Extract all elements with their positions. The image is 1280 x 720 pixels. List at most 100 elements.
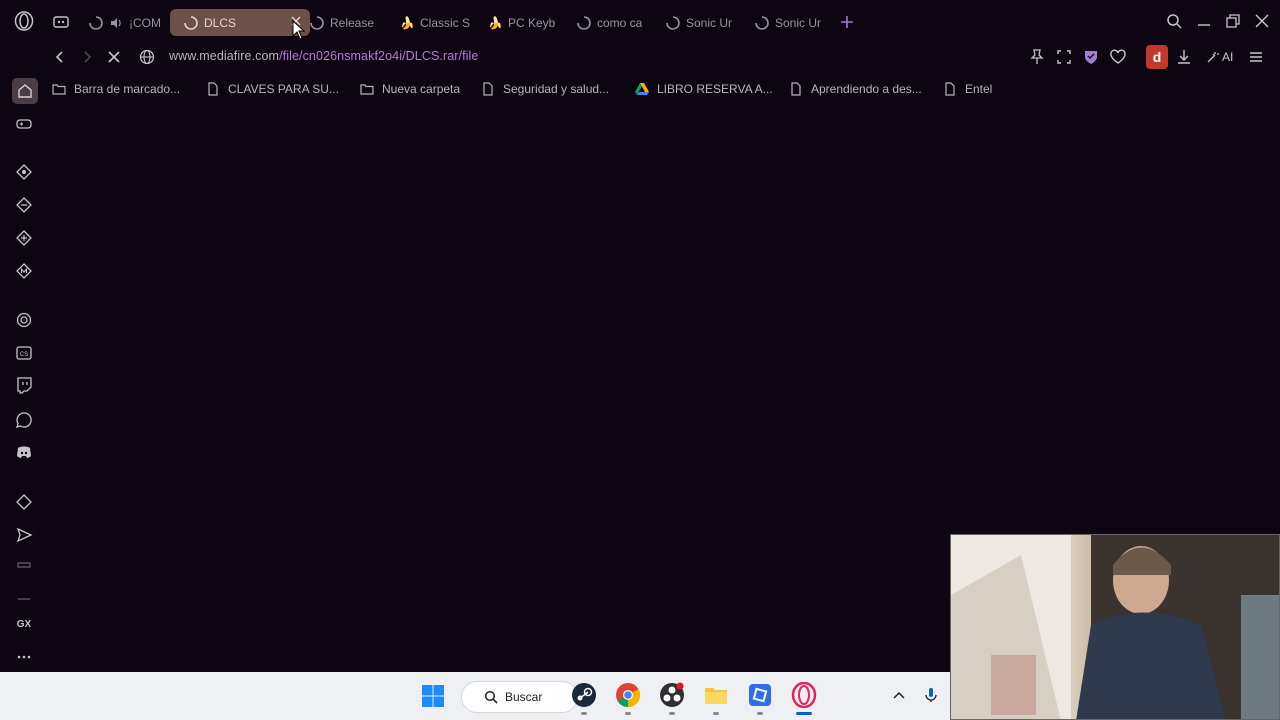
running-indicator	[757, 712, 763, 715]
bookmark-label: Nueva carpeta	[382, 82, 461, 96]
obs-icon[interactable]	[659, 682, 685, 708]
sidebar-item-home[interactable]	[12, 78, 38, 104]
steam-icon[interactable]	[571, 682, 597, 708]
sidebar-item-wallet[interactable]	[12, 554, 36, 578]
banana-icon: 🍌	[400, 16, 415, 30]
page-icon	[208, 82, 218, 96]
folder-icon	[360, 84, 374, 95]
microphone-icon[interactable]	[923, 687, 939, 703]
sidebar-item-extension-2[interactable]	[12, 193, 36, 217]
running-indicator	[669, 712, 675, 715]
sidebar-item-whatsapp[interactable]	[12, 408, 36, 432]
tab-com[interactable]: ¡COM	[89, 10, 161, 36]
sidebar-item-discord[interactable]	[12, 440, 36, 464]
folder-icon	[52, 84, 66, 95]
bookmark-item[interactable]: LIBRO RESERVA A...	[635, 82, 773, 96]
sidebar-item-gx[interactable]: GX	[12, 612, 36, 636]
file-explorer-icon[interactable]	[703, 682, 729, 708]
tab-como-ca[interactable]: como ca	[577, 10, 649, 36]
pin-icon[interactable]	[1028, 48, 1046, 66]
sidebar-item-chatgpt[interactable]	[12, 308, 36, 332]
bookmark-label: LIBRO RESERVA A...	[657, 82, 773, 96]
bookmark-item[interactable]: CLAVES PARA SU...	[206, 82, 339, 96]
loading-spinner-icon	[666, 16, 680, 30]
vpn-shield-icon[interactable]	[1082, 48, 1100, 66]
easy-setup-menu-icon[interactable]	[1247, 48, 1265, 66]
tab-label: Release	[330, 16, 375, 30]
tab-release[interactable]: Release	[310, 10, 386, 36]
bookmark-item[interactable]: Seguridad y salud...	[481, 82, 609, 96]
page-icon	[483, 82, 493, 96]
search-tabs-icon[interactable]	[1166, 13, 1182, 29]
svg-text:CS: CS	[20, 352, 28, 358]
chevron-up-icon[interactable]	[891, 687, 907, 703]
home-icon	[18, 84, 32, 98]
aria-ai-button[interactable]: AI	[1206, 47, 1233, 67]
running-indicator-active	[796, 712, 812, 715]
profile-avatar[interactable]: d	[1146, 45, 1168, 69]
sidebar-item-history[interactable]	[12, 584, 36, 608]
tab-classic[interactable]: 🍌 Classic S	[400, 10, 472, 36]
discord-icon	[17, 446, 31, 458]
close-window-icon[interactable]	[1254, 13, 1270, 29]
tab-label: Classic S	[420, 16, 471, 30]
loading-spinner-icon	[310, 16, 324, 30]
download-icon[interactable]	[1175, 48, 1193, 66]
tab-sonic-1[interactable]: Sonic Ur	[666, 10, 738, 36]
back-icon[interactable]	[52, 49, 68, 65]
opera-gx-logo-icon[interactable]	[14, 11, 34, 31]
forward-icon[interactable]	[79, 49, 95, 65]
tab-pc-keyb[interactable]: 🍌 PC Keyb	[488, 10, 560, 36]
roblox-studio-icon[interactable]	[747, 682, 773, 708]
sidebar-item-cs[interactable]: CS	[12, 341, 36, 365]
sidebar-item-extension-3[interactable]	[12, 226, 36, 250]
taskbar-search[interactable]: Buscar	[461, 681, 578, 713]
bookmark-label: CLAVES PARA SU...	[228, 82, 339, 96]
loading-spinner-icon	[577, 16, 591, 30]
sidebar-item-twitch[interactable]	[12, 373, 36, 397]
new-tab-plus-icon[interactable]	[839, 14, 855, 30]
windows-start-icon[interactable]	[421, 684, 445, 708]
restore-icon[interactable]	[1225, 13, 1241, 29]
bookmark-label: Barra de marcado...	[74, 82, 181, 96]
minimize-icon[interactable]	[1196, 13, 1212, 29]
tab-sonic-2[interactable]: Sonic Ur	[755, 10, 827, 36]
cs-icon: CS	[16, 346, 32, 360]
tab-label: Sonic Ur	[686, 16, 733, 30]
sidebar-item-gaming[interactable]	[12, 112, 36, 136]
speaker-icon[interactable]	[109, 16, 123, 30]
tab-label: ¡COM	[129, 16, 161, 30]
url-field[interactable]: www.mediafire.com/file/cn026nsmakf2o4i/D…	[169, 49, 479, 63]
twitch-icon	[17, 377, 32, 394]
webcam-feed-image	[951, 535, 1279, 719]
url-host: www.mediafire.com	[169, 49, 280, 63]
drive-icon	[635, 83, 649, 95]
opera-gx-taskbar-icon[interactable]	[791, 682, 817, 708]
tab-strip: ¡COM DLCS Release 🍌 Classic S 🍌 PC Keyb …	[0, 0, 1280, 42]
bookmark-label: Entel	[965, 82, 993, 96]
sidebar-item-extension-4[interactable]	[12, 490, 36, 514]
bookmark-item[interactable]: Nueva carpeta	[360, 82, 460, 96]
bookmark-item[interactable]: Entel	[943, 82, 992, 96]
send-icon	[16, 527, 33, 543]
stop-loading-icon[interactable]	[106, 49, 122, 65]
sidebar-item-extension-1[interactable]	[12, 160, 36, 184]
heart-icon[interactable]	[1109, 48, 1127, 66]
ai-label: AI	[1222, 50, 1234, 64]
running-indicator	[713, 712, 719, 715]
chrome-icon[interactable]	[615, 682, 641, 708]
sidebar-more[interactable]	[12, 645, 36, 669]
tab-dlcs[interactable]: DLCS	[170, 9, 310, 36]
extension-icon	[16, 164, 32, 180]
mouse-cursor-icon	[292, 20, 306, 40]
sidebar-item-send[interactable]	[12, 523, 36, 547]
bookmark-item[interactable]: Aprendiendo a des...	[789, 82, 922, 96]
site-info-globe-icon[interactable]	[139, 49, 155, 65]
tab-islands-icon[interactable]	[52, 13, 70, 31]
banana-icon: 🍌	[488, 16, 503, 30]
search-label: Buscar	[505, 690, 543, 704]
sidebar-item-extension-m[interactable]	[12, 259, 36, 283]
snapshot-icon[interactable]	[1055, 48, 1073, 66]
bookmark-label: Seguridad y salud...	[503, 82, 610, 96]
bookmark-item[interactable]: Barra de marcado...	[52, 82, 180, 96]
